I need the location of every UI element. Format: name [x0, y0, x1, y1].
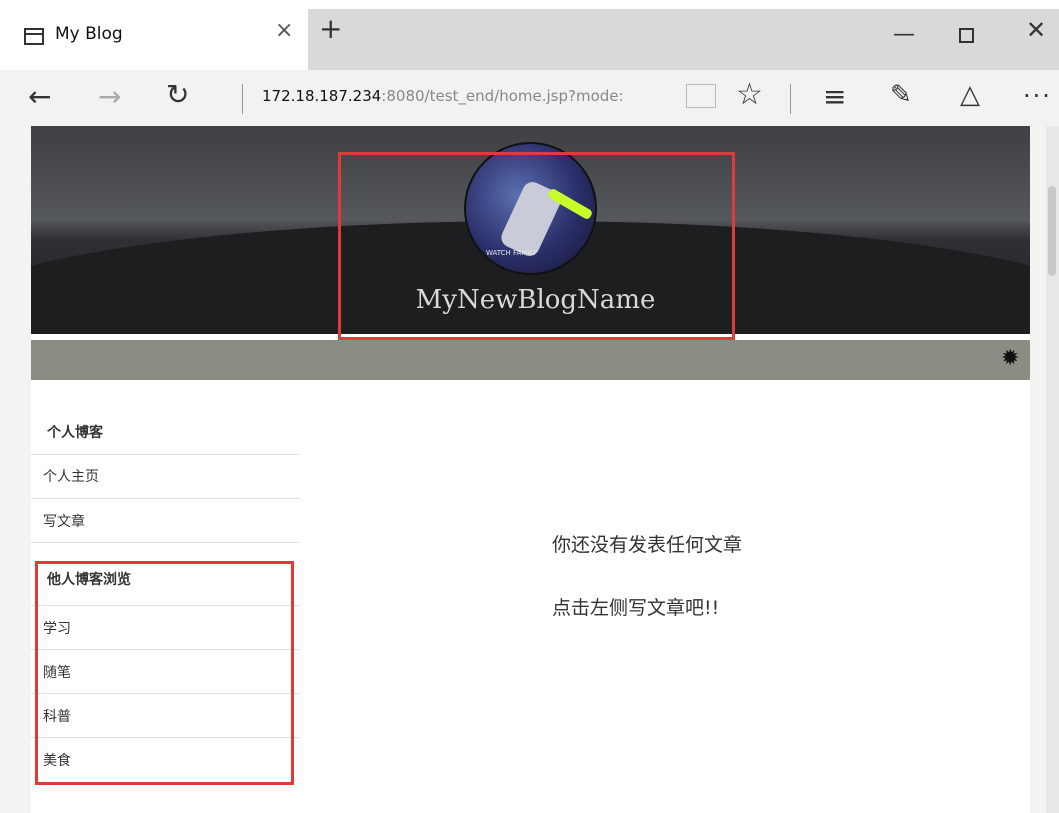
window-maximize-button[interactable] — [959, 28, 974, 43]
browser-tab[interactable] — [9, 9, 308, 70]
more-options-icon[interactable]: ··· — [1023, 82, 1052, 110]
sidebar-divider — [31, 498, 300, 499]
window-close-button[interactable]: ✕ — [1026, 18, 1046, 42]
empty-state-hint: 点击左侧写文章吧!! — [552, 597, 720, 619]
settings-strip — [31, 340, 1030, 380]
back-arrow-icon[interactable]: ← — [28, 80, 51, 113]
tab-strip-background — [308, 9, 1059, 70]
tab-title: My Blog — [55, 24, 123, 44]
sidebar-item-write-post[interactable]: 写文章 — [43, 511, 85, 531]
url-path: :8080/test_end/home.jsp?mode: — [381, 87, 624, 105]
url-host: 172.18.187.234 — [262, 87, 382, 105]
empty-state-message: 你还没有发表任何文章 — [552, 534, 743, 556]
header-highlight-box — [338, 152, 735, 340]
address-bar[interactable]: 172.18.187.234:8080/test_end/home.jsp?mo… — [262, 87, 624, 105]
refresh-icon[interactable]: ↻ — [166, 78, 189, 111]
nav-separator-2 — [790, 84, 791, 114]
sidebar-heading-personal: 个人博客 — [47, 425, 103, 441]
favorite-star-icon[interactable]: ☆ — [736, 77, 763, 112]
nav-separator — [242, 84, 243, 114]
reading-view-icon[interactable] — [686, 84, 716, 108]
hub-icon[interactable]: ≡ — [823, 80, 846, 113]
sidebar-item-home[interactable]: 个人主页 — [43, 466, 99, 486]
sidebar-divider — [31, 542, 300, 543]
new-tab-button[interactable]: + — [319, 15, 342, 43]
browser-tab-bar: My Blog × + — ✕ — [0, 0, 1059, 76]
gear-icon[interactable]: ✹ — [1001, 348, 1019, 370]
window-minimize-button[interactable]: — — [893, 22, 915, 47]
tab-close-icon[interactable]: × — [275, 20, 293, 42]
sidebar-divider — [31, 454, 300, 455]
page-scrollbar-thumb[interactable] — [1048, 186, 1056, 276]
share-icon[interactable]: △ — [960, 80, 980, 110]
browser-nav-bar: ← → ↻ 172.18.187.234:8080/test_end/home.… — [0, 70, 1059, 126]
web-note-icon[interactable]: ✎ — [890, 80, 912, 110]
forward-arrow-icon[interactable]: → — [98, 80, 121, 113]
tab-page-icon — [24, 28, 44, 45]
sidebar-highlight-box — [35, 561, 294, 785]
